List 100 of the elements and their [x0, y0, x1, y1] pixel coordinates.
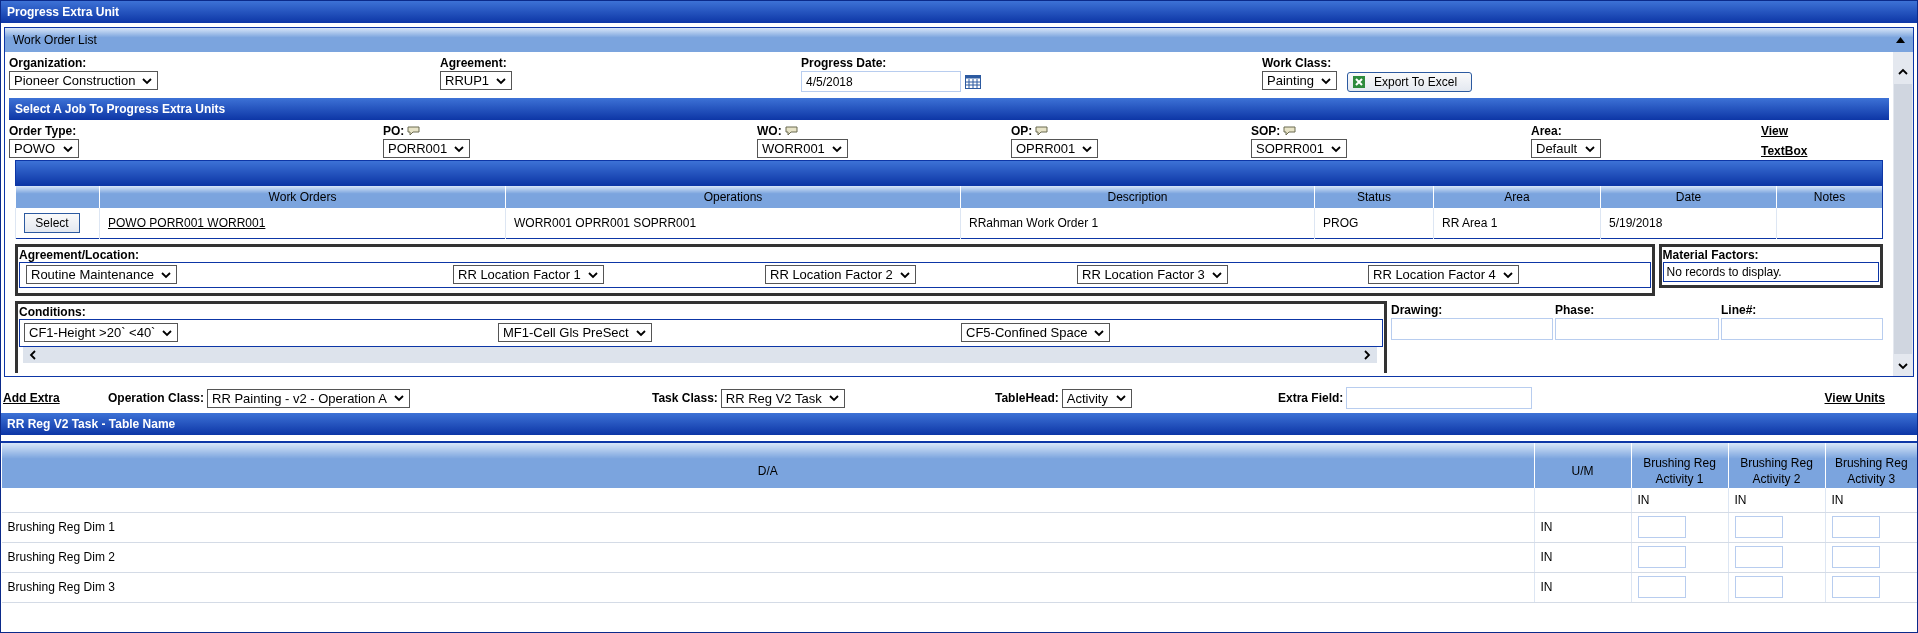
- field-label: TableHead:: [995, 391, 1059, 405]
- dropdown[interactable]: RRUP1: [440, 71, 513, 90]
- dropdown[interactable]: Pioneer Construction: [9, 71, 159, 90]
- link[interactable]: View: [1761, 124, 1789, 138]
- field-label: Material Factors:: [1662, 247, 1760, 262]
- field-label: Phase:: [1555, 302, 1596, 317]
- empty-message: No records to display.: [1662, 261, 1879, 282]
- table-cell: IN: [1825, 488, 1917, 512]
- window-title: Progress Extra Unit: [1, 1, 1917, 25]
- table-cell: RR Area 1: [1433, 208, 1601, 238]
- table-cell: 5/19/2018: [1600, 208, 1777, 238]
- dropdown[interactable]: RR Location Factor 2: [765, 265, 916, 284]
- column-header: Date: [1600, 186, 1777, 208]
- dropdown[interactable]: RR Painting - v2 - Operation A: [207, 388, 410, 408]
- section-header: RR Reg V2 Task - Table Name: [1, 413, 1917, 435]
- table-cell: Brushing Reg Dim 1: [1, 512, 1534, 542]
- input-field[interactable]: [1734, 546, 1783, 568]
- column-header: Description: [960, 186, 1315, 208]
- column-header: Area: [1433, 186, 1601, 208]
- section-header: Select A Job To Progress Extra Units: [9, 98, 1889, 120]
- dropdown[interactable]: POWO: [9, 139, 79, 158]
- chevron-left-icon: [27, 348, 39, 361]
- text-field[interactable]: [1721, 317, 1883, 340]
- column-header: Work Orders: [99, 186, 506, 208]
- dropdown[interactable]: RR Location Factor 3: [1077, 265, 1228, 284]
- table-cell: RRahman Work Order 1: [960, 208, 1315, 238]
- select-button[interactable]: Select: [24, 212, 80, 233]
- comment-icon[interactable]: [1035, 126, 1049, 136]
- field-label: OP:: [1011, 124, 1033, 138]
- link[interactable]: TextBox: [1761, 144, 1808, 158]
- dropdown[interactable]: RR Location Factor 4: [1368, 265, 1519, 284]
- dropdown[interactable]: CF1-Height >20` <40`: [24, 323, 179, 342]
- dropdown[interactable]: MF1-Cell Gls PreSect: [498, 323, 652, 342]
- column-header: U/M: [1534, 442, 1631, 488]
- collapse-icon[interactable]: [1896, 37, 1905, 43]
- column-header: Brushing Reg Activity 3: [1825, 442, 1917, 488]
- chevron-down-icon: [827, 392, 840, 404]
- table-cell: WORR001 OPRR001 SOPRR001: [505, 208, 961, 238]
- calendar-icon[interactable]: [965, 74, 981, 89]
- dropdown[interactable]: CF5-Confined Space: [961, 323, 1111, 342]
- field-label: Extra Field:: [1278, 391, 1344, 405]
- field-label: Task Class:: [652, 391, 718, 405]
- field-label: Area:: [1531, 124, 1562, 138]
- field-label: Organization:: [9, 56, 88, 70]
- field-label: WO:: [757, 124, 782, 138]
- view-units-link[interactable]: View Units: [1824, 391, 1885, 405]
- table-cell: Brushing Reg Dim 3: [1, 572, 1534, 602]
- chevron-down-icon: [1114, 392, 1127, 404]
- spreadsheet-icon: [1352, 75, 1366, 89]
- add-extra-link[interactable]: Add Extra: [3, 391, 60, 405]
- dropdown[interactable]: RR Reg V2 Task: [720, 388, 845, 408]
- input-field[interactable]: [1637, 516, 1686, 538]
- field-label: Line#:: [1721, 302, 1758, 317]
- text-field[interactable]: [1346, 387, 1533, 409]
- comment-icon[interactable]: [1283, 126, 1297, 136]
- table-cell: Brushing Reg Dim 2: [1, 542, 1534, 572]
- table-cell: IN: [1534, 572, 1631, 602]
- table-cell: IN: [1728, 488, 1825, 512]
- field-label: Drawing:: [1391, 302, 1444, 317]
- table-cell: IN: [1534, 542, 1631, 572]
- dropdown[interactable]: Default: [1531, 139, 1601, 158]
- field-label: PO:: [383, 124, 405, 138]
- input-field[interactable]: [1831, 546, 1880, 568]
- comment-icon[interactable]: [407, 126, 421, 136]
- input-field[interactable]: [1637, 546, 1686, 568]
- dropdown[interactable]: RR Location Factor 1: [453, 265, 604, 284]
- table-cell: IN: [1631, 488, 1728, 512]
- column-header: Notes: [1776, 186, 1883, 208]
- text-field[interactable]: [1391, 317, 1553, 340]
- input-field[interactable]: [1637, 576, 1686, 598]
- field-label: Conditions:: [19, 304, 87, 319]
- chevron-down-icon: [392, 392, 405, 404]
- input-field[interactable]: [1831, 516, 1880, 538]
- input-field[interactable]: [1734, 576, 1783, 598]
- column-header: Brushing Reg Activity 2: [1728, 442, 1825, 488]
- field-label: Operation Class:: [108, 391, 205, 405]
- dropdown[interactable]: OPRR001: [1011, 139, 1099, 158]
- date-field[interactable]: 4/5/2018: [801, 71, 961, 92]
- input-field[interactable]: [1734, 516, 1783, 538]
- field-label: Progress Date:: [801, 56, 888, 70]
- field-label: Order Type:: [9, 124, 77, 138]
- section-title: Work Order List: [13, 33, 97, 47]
- vertical-scrollbar[interactable]: [1893, 52, 1913, 376]
- column-header: Brushing Reg Activity 1: [1631, 442, 1728, 488]
- comment-icon[interactable]: [784, 126, 798, 136]
- export-button[interactable]: Export To Excel: [1347, 72, 1473, 92]
- dropdown[interactable]: Painting: [1262, 71, 1337, 90]
- table-cell: IN: [1534, 512, 1631, 542]
- field-label: Agreement:: [440, 56, 508, 70]
- work-order-link[interactable]: POWO PORR001 WORR001: [108, 215, 266, 230]
- dropdown[interactable]: WORR001: [757, 139, 848, 158]
- text-field[interactable]: [1555, 317, 1719, 340]
- chevron-down-icon: [1897, 360, 1909, 372]
- dropdown[interactable]: SOPRR001: [1251, 139, 1347, 158]
- input-field[interactable]: [1831, 576, 1880, 598]
- dropdown[interactable]: PORR001: [383, 139, 471, 158]
- dropdown[interactable]: Activity: [1061, 388, 1132, 408]
- column-header: D/A: [1, 442, 1534, 488]
- field-label: SOP:: [1251, 124, 1281, 138]
- dropdown[interactable]: Routine Maintenance: [26, 265, 177, 284]
